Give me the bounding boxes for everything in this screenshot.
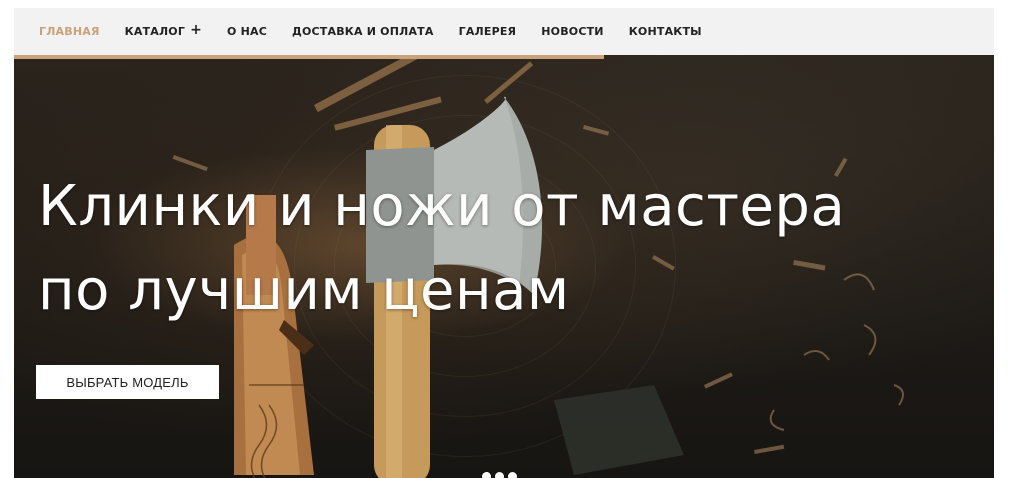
hero-slider: Клинки и ножи от мастера по лучшим ценам … — [14, 55, 994, 478]
nav-item-catalog[interactable]: КАТАЛОГ + — [124, 22, 202, 38]
nav-item-home[interactable]: ГЛАВНАЯ — [39, 25, 100, 38]
hero-title-line-1: Клинки и ножи от мастера — [38, 174, 846, 239]
nav-item-label: ГЛАВНАЯ — [39, 25, 100, 38]
slider-dot[interactable] — [482, 472, 491, 478]
slider-dot[interactable] — [495, 472, 504, 478]
hero-title: Клинки и ножи от мастера по лучшим ценам — [38, 165, 898, 333]
nav-item-label: КОНТАКТЫ — [628, 25, 702, 38]
choose-model-button[interactable]: ВЫБРАТЬ МОДЕЛЬ — [36, 365, 219, 399]
slider-pagination — [482, 472, 517, 478]
nav-item-gallery[interactable]: ГАЛЕРЕЯ — [459, 25, 517, 38]
nav-accent-line — [14, 55, 604, 59]
nav-item-news[interactable]: НОВОСТИ — [541, 25, 603, 38]
nav-item-about[interactable]: О НАС — [227, 25, 267, 38]
plus-icon[interactable]: + — [190, 22, 202, 38]
nav-item-label: О НАС — [227, 25, 267, 38]
hero-title-line-2: по лучшим ценам — [38, 258, 570, 323]
nav-item-label: КАТАЛОГ — [124, 25, 186, 38]
nav-item-contacts[interactable]: КОНТАКТЫ — [629, 25, 702, 38]
main-navigation: ГЛАВНАЯ КАТАЛОГ + О НАС ДОСТАВКА И ОПЛАТ… — [14, 8, 994, 55]
slider-dot[interactable] — [508, 472, 517, 478]
page-frame: ГЛАВНАЯ КАТАЛОГ + О НАС ДОСТАВКА И ОПЛАТ… — [14, 8, 994, 478]
nav-item-delivery[interactable]: ДОСТАВКА И ОПЛАТА — [292, 25, 434, 38]
nav-item-label: ГАЛЕРЕЯ — [458, 25, 517, 38]
nav-item-label: ДОСТАВКА И ОПЛАТА — [291, 25, 434, 38]
nav-item-label: НОВОСТИ — [541, 25, 604, 38]
